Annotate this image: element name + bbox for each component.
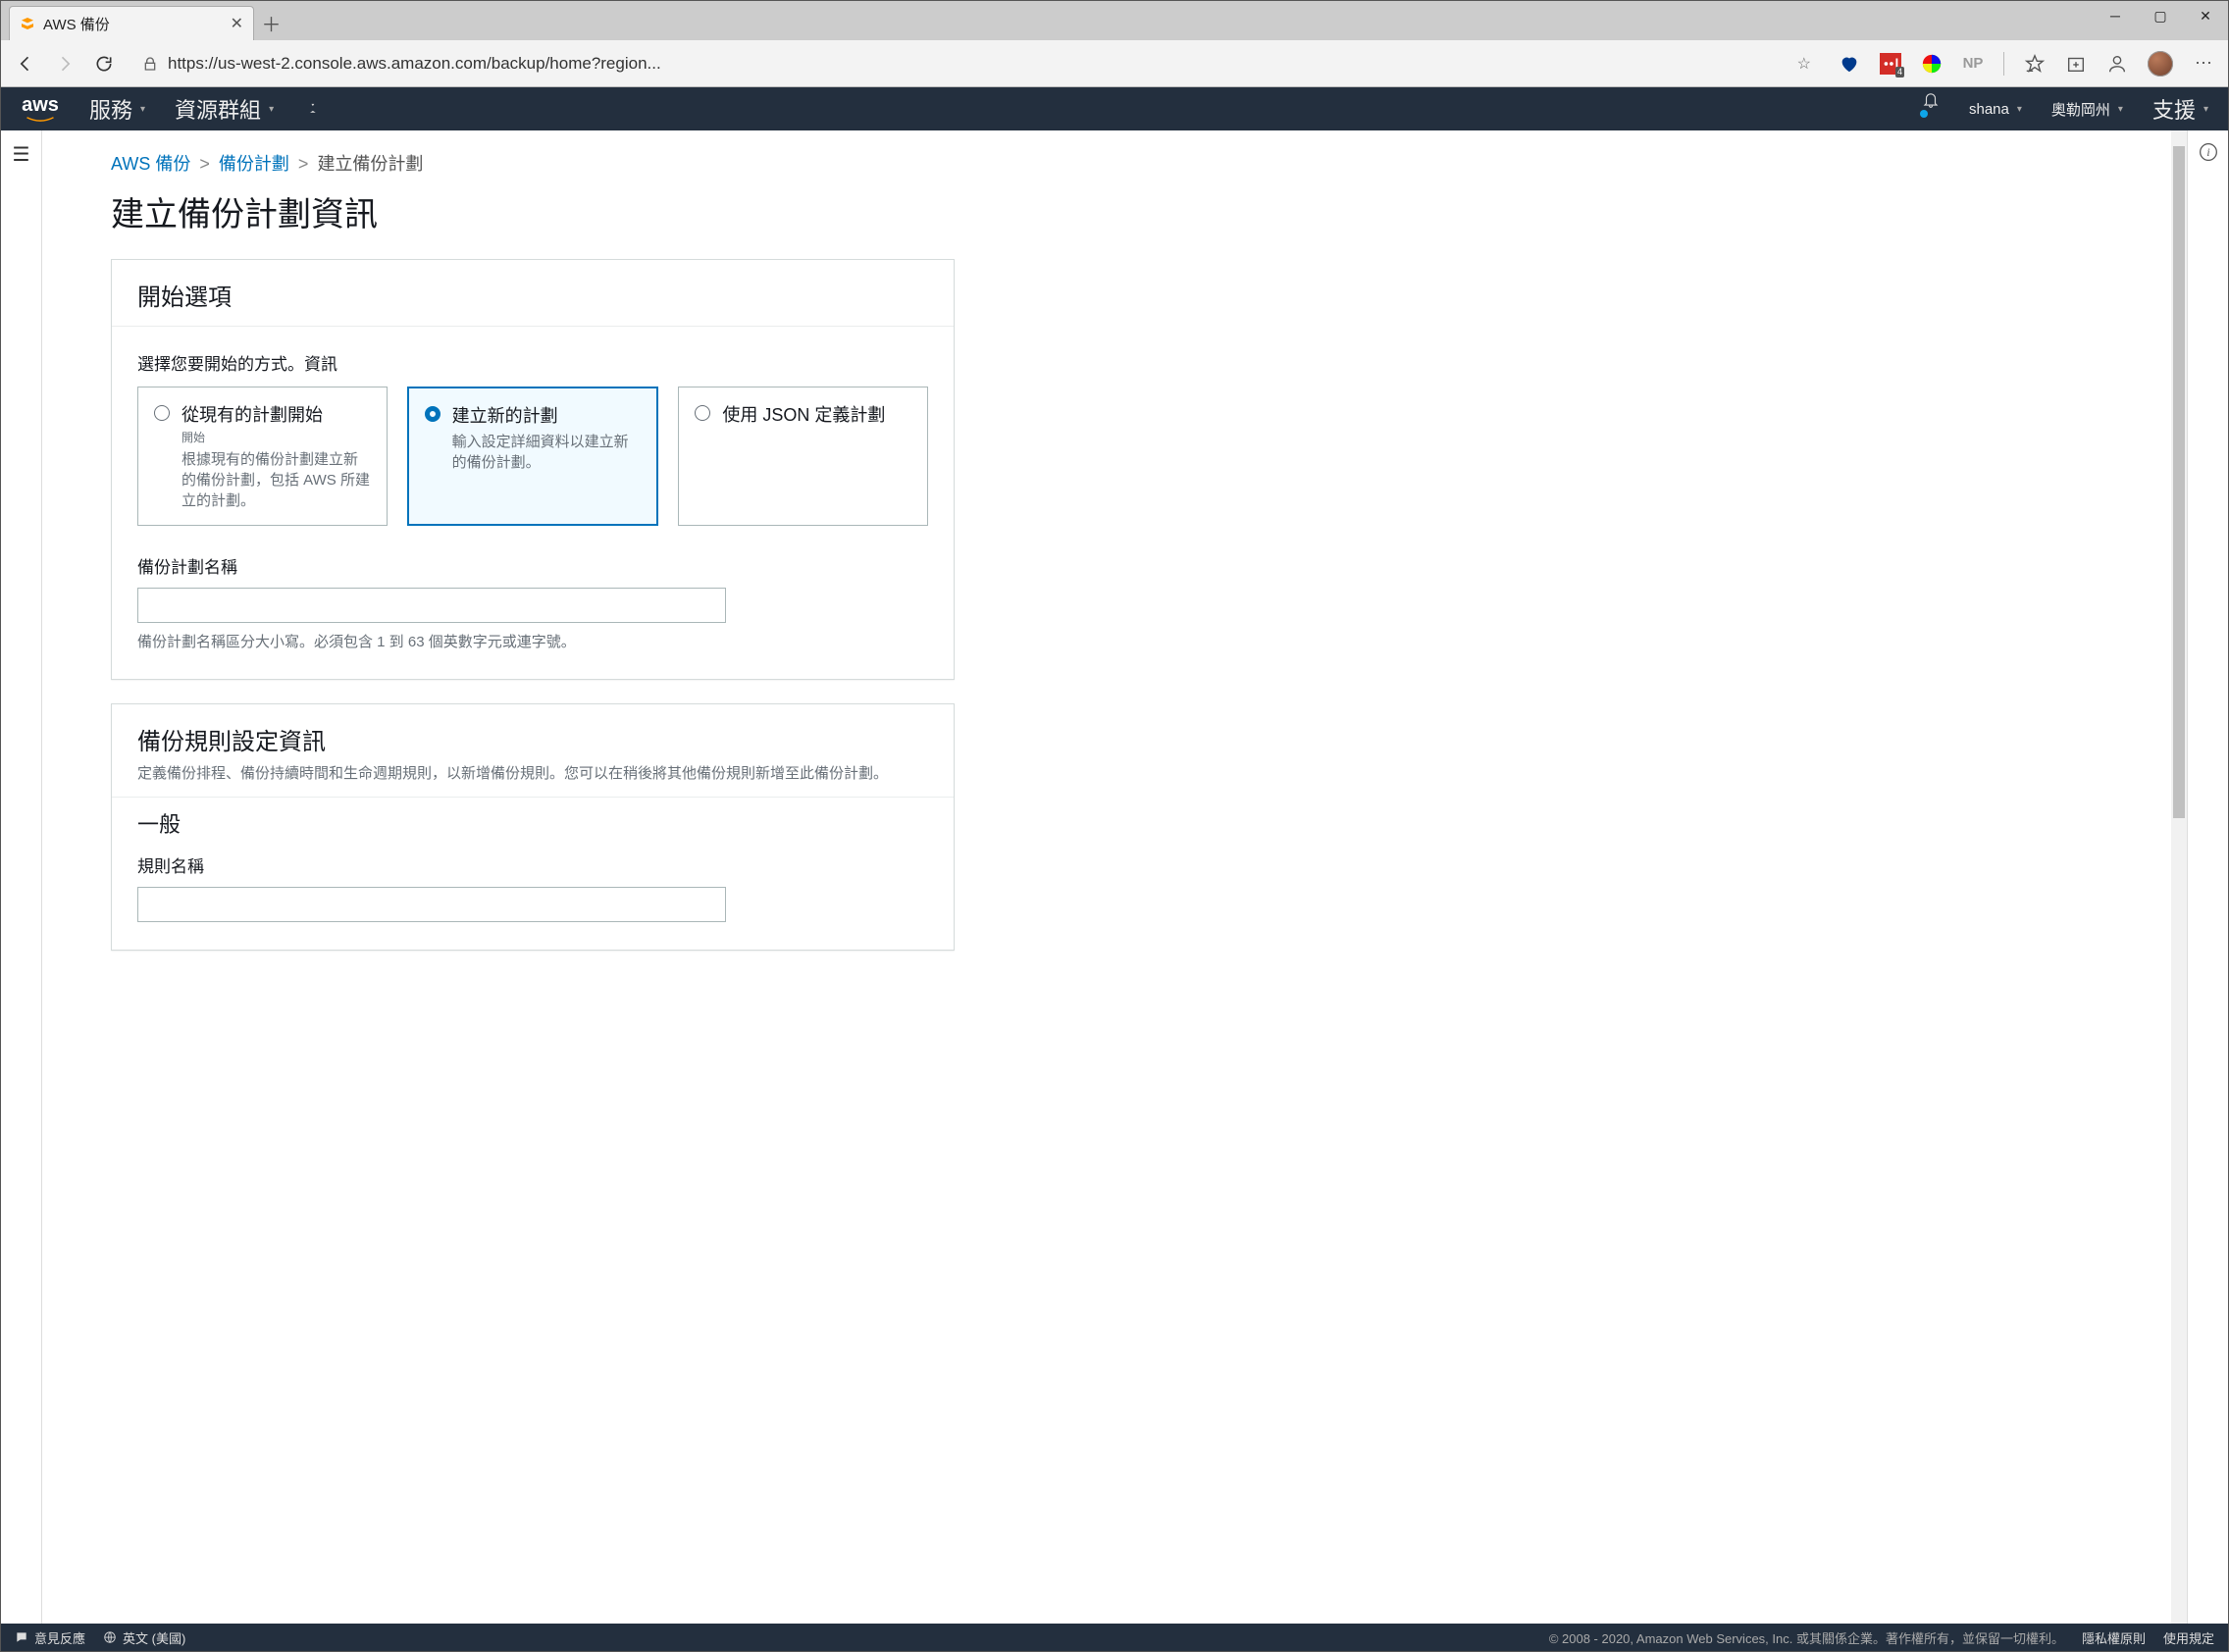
extension-lastpass-icon[interactable]: 4 xyxy=(1880,53,1901,75)
notification-dot-icon xyxy=(1920,110,1928,118)
favorites-icon[interactable] xyxy=(2024,53,2046,75)
footer-language[interactable]: 英文 (美國) xyxy=(103,1628,185,1647)
option-title: 建立新的計劃 xyxy=(452,402,642,428)
plan-name-label: 備份計劃名稱 xyxy=(137,553,928,578)
nav-resource-groups-label: 資源群組 xyxy=(175,93,261,125)
notifications-icon[interactable] xyxy=(1922,90,1940,129)
scroll-thumb[interactable] xyxy=(2173,146,2185,818)
nav-refresh-button[interactable] xyxy=(93,53,115,75)
radio-icon xyxy=(154,405,170,421)
bookmark-star-icon[interactable]: ☆ xyxy=(1797,54,1811,74)
page-title: 建立備份計劃資訊 xyxy=(111,187,955,235)
extension-color-icon[interactable] xyxy=(1921,53,1943,75)
option-desc: 輸入設定詳細資料以建立新的備份計劃。 xyxy=(452,432,642,473)
option-title: 使用 JSON 定義計劃 xyxy=(722,401,885,427)
extension-heart-icon[interactable] xyxy=(1839,53,1860,75)
option-sub: 開始 xyxy=(181,429,371,445)
aws-footer: 意見反應 英文 (美國) © 2008 - 2020, Amazon Web S… xyxy=(1,1624,2228,1651)
breadcrumb-link-plans[interactable]: 備份計劃 xyxy=(219,154,289,174)
footer-copyright: © 2008 - 2020, Amazon Web Services, Inc.… xyxy=(1549,1628,2064,1647)
aws-top-nav: aws 服務 ▾ 資源群組 ▾ shana ▾ 奧勒岡州 ▾ 支援 ▾ xyxy=(1,87,2228,130)
nav-services[interactable]: 服務 ▾ xyxy=(89,93,145,125)
aws-favicon-icon xyxy=(20,16,35,31)
url-text: https://us-west-2.console.aws.amazon.com… xyxy=(168,54,1788,74)
breadcrumb-link-backup[interactable]: AWS 備份 xyxy=(111,154,190,174)
option-create-new[interactable]: 建立新的計劃 輸入設定詳細資料以建立新的備份計劃。 xyxy=(407,387,659,526)
toolbar-divider xyxy=(2003,52,2004,76)
nav-user-label: shana xyxy=(1969,101,2009,118)
footer-feedback-label: 意見反應 xyxy=(34,1628,85,1647)
scrollbar[interactable] xyxy=(2171,130,2187,1624)
footer-language-label: 英文 (美國) xyxy=(123,1628,185,1647)
nav-services-label: 服務 xyxy=(89,93,132,125)
radio-icon xyxy=(695,405,710,421)
plan-name-help: 備份計劃名稱區分大小寫。必須包含 1 到 63 個英數字元或連字號。 xyxy=(137,631,928,651)
panel-backup-rules: 備份規則設定資訊 定義備份排程、備份持續時間和生命週期規則，以新增備份規則。您可… xyxy=(111,703,955,951)
nav-forward-button[interactable] xyxy=(54,53,76,75)
chevron-down-icon: ▾ xyxy=(269,104,274,115)
chevron-down-icon: ▾ xyxy=(2203,104,2208,115)
nav-support[interactable]: 支援 ▾ xyxy=(2152,93,2208,125)
extension-badge-count: 4 xyxy=(1895,67,1904,77)
lock-icon xyxy=(142,56,158,72)
person-icon[interactable] xyxy=(2106,53,2128,75)
nav-region-label: 奧勒岡州 xyxy=(2051,99,2110,120)
chevron-down-icon: ▾ xyxy=(140,104,145,115)
footer-terms-link[interactable]: 使用規定 xyxy=(2163,1628,2214,1647)
panel-start-options: 開始選項 選擇您要開始的方式。資訊 從現有的計劃開始 開始 根據現有的備份計劃建… xyxy=(111,259,955,680)
panel-rules-sub: 定義備份排程、備份持續時間和生命週期規則，以新增備份規則。您可以在稍後將其他備份… xyxy=(137,762,928,783)
breadcrumb-current: 建立備份計劃 xyxy=(317,154,423,174)
svg-text:i: i xyxy=(2206,146,2209,159)
nav-region[interactable]: 奧勒岡州 ▾ xyxy=(2051,99,2123,120)
pin-icon[interactable] xyxy=(303,101,319,117)
close-tab-icon[interactable]: ✕ xyxy=(231,14,243,33)
breadcrumb: AWS 備份 > 備份計劃 > 建立備份計劃 xyxy=(111,150,955,176)
address-bar[interactable]: https://us-west-2.console.aws.amazon.com… xyxy=(132,48,1821,79)
aws-logo[interactable]: aws xyxy=(21,95,60,123)
start-instruction: 選擇您要開始的方式。資訊 xyxy=(137,350,928,375)
info-panel-toggle[interactable]: i xyxy=(2187,130,2228,1624)
chevron-down-icon: ▾ xyxy=(2017,104,2022,115)
window-close-button[interactable]: ✕ xyxy=(2183,1,2228,30)
profile-avatar[interactable] xyxy=(2148,51,2173,77)
panel-start-title: 開始選項 xyxy=(137,278,928,312)
rule-name-input[interactable] xyxy=(137,887,726,922)
browser-tab-title: AWS 備份 xyxy=(43,14,223,34)
chevron-down-icon: ▾ xyxy=(2118,104,2123,115)
nav-resource-groups[interactable]: 資源群組 ▾ xyxy=(175,93,274,125)
window-minimize-button[interactable]: ─ xyxy=(2093,1,2138,30)
plan-name-input[interactable] xyxy=(137,588,726,623)
nav-back-button[interactable] xyxy=(15,53,36,75)
option-from-existing[interactable]: 從現有的計劃開始 開始 根據現有的備份計劃建立新的備份計劃，包括 AWS 所建立… xyxy=(137,387,388,526)
footer-privacy-link[interactable]: 隱私權原則 xyxy=(2082,1628,2146,1647)
collections-icon[interactable] xyxy=(2065,53,2087,75)
option-desc: 根據現有的備份計劃建立新的備份計劃，包括 AWS 所建立的計劃。 xyxy=(181,449,371,511)
sidebar-toggle[interactable]: ☰ xyxy=(1,130,42,1624)
rules-section-general: 一般 xyxy=(137,807,928,839)
nav-user[interactable]: shana ▾ xyxy=(1969,101,2022,118)
radio-selected-icon xyxy=(425,406,441,422)
browser-tab[interactable]: AWS 備份 ✕ xyxy=(9,6,254,40)
more-menu-icon[interactable]: ⋯ xyxy=(2193,53,2214,75)
extension-np-icon[interactable]: NP xyxy=(1962,53,1984,75)
option-json[interactable]: 使用 JSON 定義計劃 xyxy=(678,387,928,526)
rule-name-label: 規則名稱 xyxy=(137,852,928,877)
window-maximize-button[interactable]: ▢ xyxy=(2138,1,2183,30)
option-title: 從現有的計劃開始 xyxy=(181,401,371,427)
footer-feedback[interactable]: 意見反應 xyxy=(15,1628,85,1647)
main-content: AWS 備份 > 備份計劃 > 建立備份計劃 建立備份計劃資訊 開始選項 選擇您… xyxy=(42,130,2171,1624)
panel-rules-title: 備份規則設定資訊 xyxy=(137,722,928,756)
nav-support-label: 支援 xyxy=(2152,93,2196,125)
new-tab-button[interactable]: ＋ xyxy=(254,6,288,40)
